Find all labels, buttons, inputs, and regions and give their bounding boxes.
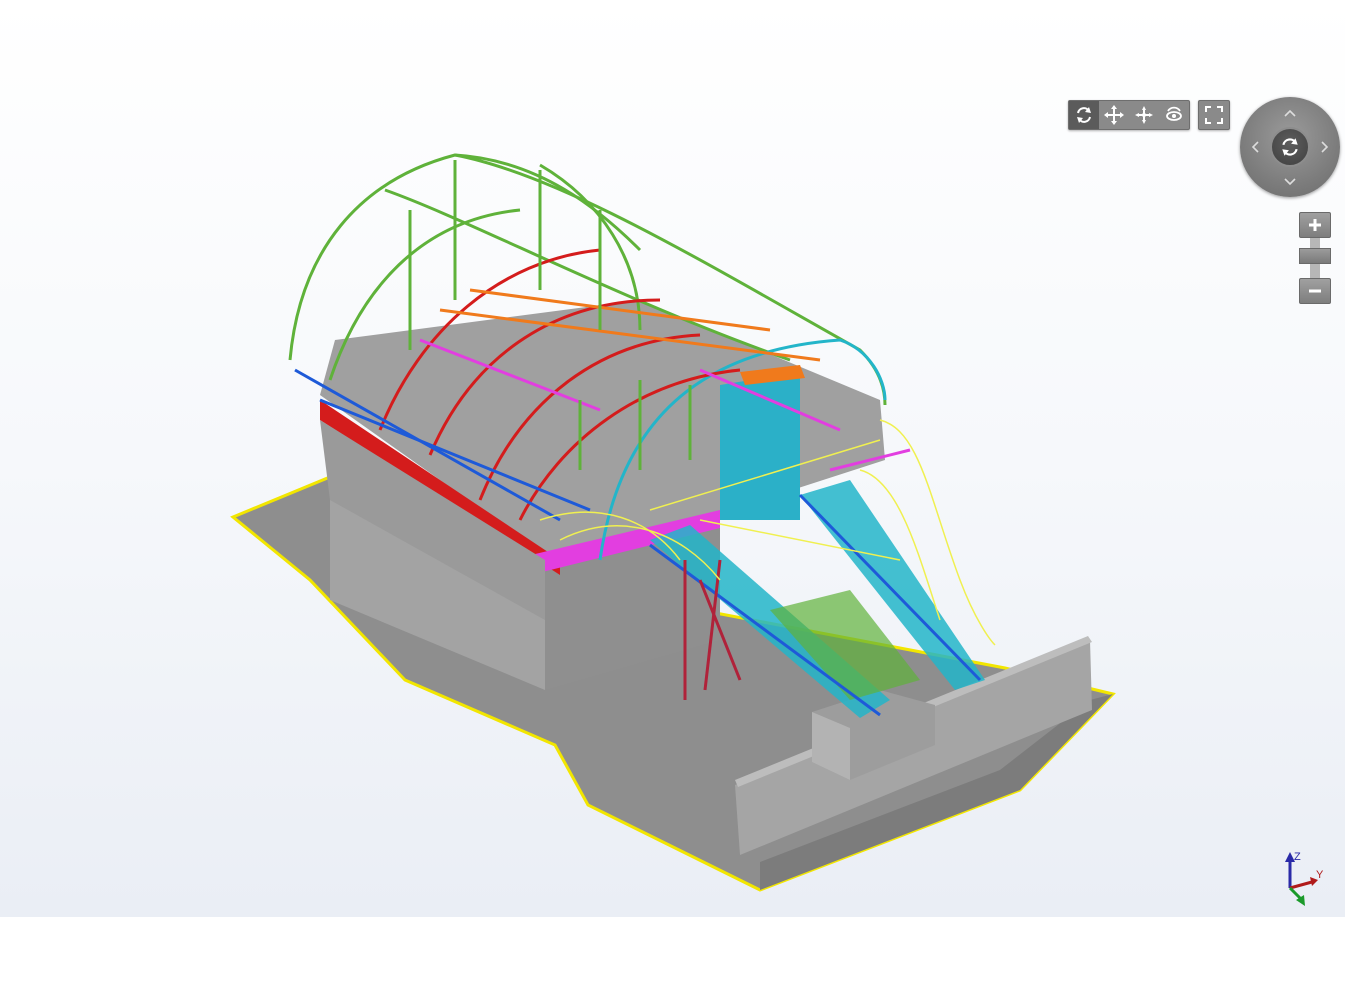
bottom-blank-area	[0, 917, 1345, 1008]
pan-button[interactable]	[1099, 101, 1129, 129]
y-axis-label: Y	[1316, 869, 1324, 881]
fullscreen-button[interactable]	[1199, 101, 1229, 129]
zoom-control	[1299, 212, 1331, 304]
wheel-up-arrow[interactable]	[1280, 103, 1300, 123]
pan-icon	[1104, 105, 1124, 125]
building-model[interactable]	[0, 0, 1345, 917]
chevron-down-icon	[1284, 178, 1296, 186]
wheel-down-arrow[interactable]	[1280, 172, 1300, 192]
axis-triad: Z Y	[1285, 851, 1324, 906]
wheel-left-arrow[interactable]	[1245, 137, 1265, 157]
fullscreen-icon	[1205, 106, 1223, 124]
orbit-button[interactable]	[1069, 101, 1099, 129]
wheel-center-orbit-button[interactable]	[1270, 127, 1310, 167]
z-axis-label: Z	[1294, 851, 1301, 863]
fullscreen-group	[1198, 100, 1230, 130]
zoom-slider-thumb[interactable]	[1299, 248, 1331, 264]
zoom-out-button[interactable]	[1299, 278, 1331, 304]
orbit-icon	[1282, 138, 1298, 156]
move-icon	[1135, 106, 1153, 124]
chevron-up-icon	[1284, 109, 1296, 117]
chevron-left-icon	[1251, 141, 1259, 153]
move-button[interactable]	[1129, 101, 1159, 129]
minus-icon	[1309, 289, 1321, 293]
plus-icon	[1309, 219, 1321, 231]
orbit-icon	[1077, 107, 1091, 123]
chevron-right-icon	[1321, 141, 1329, 153]
3d-viewport[interactable]: Z Y	[0, 0, 1345, 917]
navigation-mode-group	[1068, 100, 1190, 130]
look-around-button[interactable]	[1159, 101, 1189, 129]
wheel-right-arrow[interactable]	[1315, 137, 1335, 157]
zoom-in-button[interactable]	[1299, 212, 1331, 238]
y-axis-line	[1289, 880, 1313, 890]
look-around-icon	[1166, 106, 1182, 121]
navigation-toolbar	[1068, 100, 1230, 130]
navigation-wheel[interactable]	[1240, 97, 1340, 197]
